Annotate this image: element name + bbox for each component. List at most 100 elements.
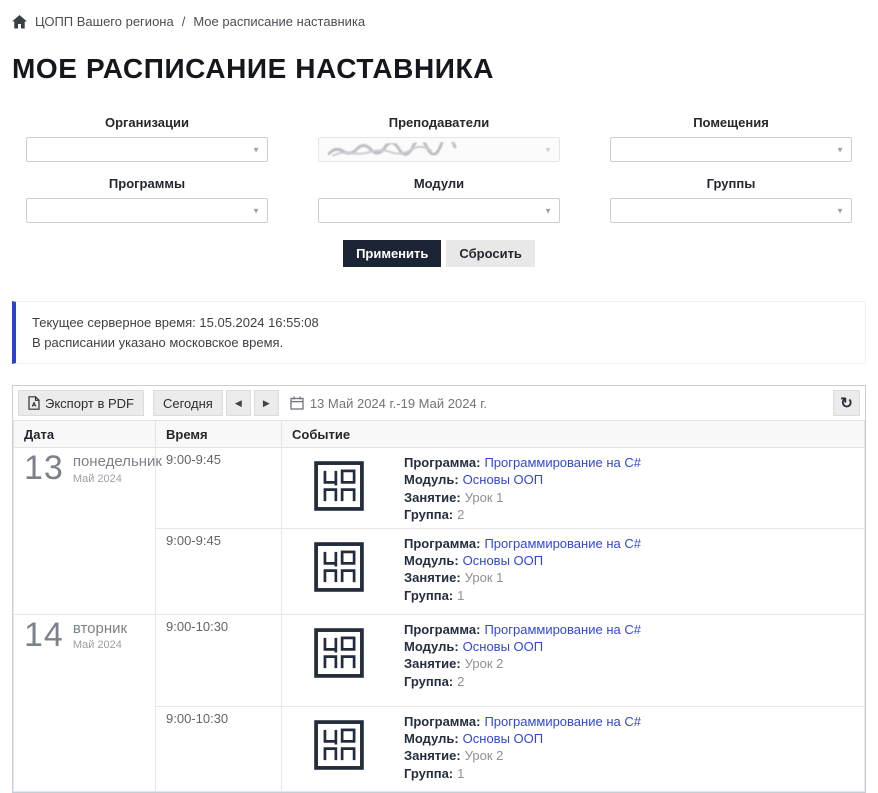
schedule-toolbar: Экспорт в PDF Сегодня ◀ ▶ 13 Май 2024 bbox=[13, 386, 865, 420]
module-label: Модуль: bbox=[404, 639, 459, 654]
filter-programs: Программы ▼ bbox=[26, 176, 268, 223]
organizations-label: Организации bbox=[26, 115, 268, 130]
filter-teachers: Преподаватели ▼ bbox=[318, 115, 560, 162]
event-cell: Программа: Программирование на C# Модуль:… bbox=[282, 528, 865, 614]
teachers-label: Преподаватели bbox=[318, 115, 560, 130]
export-pdf-button[interactable]: Экспорт в PDF bbox=[18, 390, 144, 416]
breadcrumb: ЦОПП Вашего региона / Мое расписание нас… bbox=[12, 14, 866, 29]
export-pdf-label: Экспорт в PDF bbox=[45, 396, 134, 411]
lesson-label: Занятие: bbox=[404, 490, 461, 505]
lesson-value: Урок 1 bbox=[465, 570, 504, 585]
weekday-label: понедельник bbox=[73, 454, 162, 471]
program-link[interactable]: Программирование на C# bbox=[484, 536, 641, 551]
group-label: Группа: bbox=[404, 588, 453, 603]
filter-groups: Группы ▼ bbox=[610, 176, 852, 223]
chevron-down-icon: ▼ bbox=[544, 206, 552, 215]
program-link[interactable]: Программирование на C# bbox=[484, 455, 641, 470]
copp-logo-icon bbox=[314, 628, 364, 678]
groups-select[interactable]: ▼ bbox=[610, 198, 852, 223]
breadcrumb-home-link[interactable]: ЦОПП Вашего региона bbox=[35, 14, 174, 29]
modules-label: Модули bbox=[318, 176, 560, 191]
chevron-down-icon: ▼ bbox=[544, 145, 552, 154]
copp-logo-icon bbox=[314, 720, 364, 770]
refresh-button[interactable]: ↻ bbox=[833, 390, 860, 416]
group-value: 2 bbox=[457, 507, 464, 522]
program-link[interactable]: Программирование на C# bbox=[484, 714, 641, 729]
pdf-file-icon bbox=[28, 396, 40, 410]
lesson-value: Урок 1 bbox=[465, 490, 504, 505]
groups-label: Группы bbox=[610, 176, 852, 191]
rooms-label: Помещения bbox=[610, 115, 852, 130]
program-label: Программа: bbox=[404, 536, 480, 551]
date-range: 13 Май 2024 г.-19 Май 2024 г. bbox=[290, 396, 487, 411]
schedule-table: Дата Время Событие 13 понедельник Май 20… bbox=[13, 420, 865, 792]
group-value: 1 bbox=[457, 588, 464, 603]
organizations-select[interactable]: ▼ bbox=[26, 137, 268, 162]
redacted-teacher-name bbox=[327, 141, 477, 157]
table-header-row: Дата Время Событие bbox=[14, 421, 865, 448]
program-label: Программа: bbox=[404, 714, 480, 729]
home-icon[interactable] bbox=[12, 15, 27, 29]
arrow-left-icon: ◀ bbox=[235, 398, 242, 409]
header-time: Время bbox=[156, 421, 282, 448]
module-label: Модуль: bbox=[404, 553, 459, 568]
filter-actions: Применить Сбросить bbox=[12, 240, 866, 267]
next-week-button[interactable]: ▶ bbox=[254, 390, 279, 416]
group-label: Группа: bbox=[404, 507, 453, 522]
programs-select[interactable]: ▼ bbox=[26, 198, 268, 223]
module-label: Модуль: bbox=[404, 472, 459, 487]
date-range-label: 13 Май 2024 г.-19 Май 2024 г. bbox=[310, 396, 487, 411]
time-cell: 9:00-10:30 bbox=[156, 614, 282, 706]
day-number: 14 bbox=[24, 619, 64, 651]
reset-button[interactable]: Сбросить bbox=[446, 240, 535, 267]
module-link[interactable]: Основы ООП bbox=[463, 731, 543, 746]
calendar-icon bbox=[290, 396, 304, 410]
lesson-label: Занятие: bbox=[404, 570, 461, 585]
page-title: МОЕ РАСПИСАНИЕ НАСТАВНИКА bbox=[12, 53, 866, 85]
group-label: Группа: bbox=[404, 674, 453, 689]
day-number: 13 bbox=[24, 452, 64, 484]
module-link[interactable]: Основы ООП bbox=[463, 553, 543, 568]
month-year-label: Май 2024 bbox=[73, 639, 127, 651]
timezone-line: В расписании указано московское время. bbox=[32, 335, 849, 350]
modules-select[interactable]: ▼ bbox=[318, 198, 560, 223]
page: ЦОПП Вашего региона / Мое расписание нас… bbox=[0, 0, 878, 793]
lesson-value: Урок 2 bbox=[465, 656, 504, 671]
date-nav-group: Сегодня ◀ ▶ bbox=[153, 390, 279, 416]
prev-week-button[interactable]: ◀ bbox=[226, 390, 251, 416]
filter-rooms: Помещения ▼ bbox=[610, 115, 852, 162]
header-event: Событие bbox=[282, 421, 865, 448]
header-date: Дата bbox=[14, 421, 156, 448]
server-time-notice: Текущее серверное время: 15.05.2024 16:5… bbox=[12, 301, 866, 364]
chevron-down-icon: ▼ bbox=[252, 206, 260, 215]
copp-logo-icon bbox=[314, 542, 364, 592]
lesson-label: Занятие: bbox=[404, 748, 461, 763]
module-link[interactable]: Основы ООП bbox=[463, 639, 543, 654]
program-link[interactable]: Программирование на C# bbox=[484, 622, 641, 637]
filter-modules: Модули ▼ bbox=[318, 176, 560, 223]
schedule-row: 13 понедельник Май 2024 9:00-9:45 bbox=[14, 448, 865, 529]
breadcrumb-current: Мое расписание наставника bbox=[193, 14, 365, 29]
lesson-label: Занятие: bbox=[404, 656, 461, 671]
chevron-down-icon: ▼ bbox=[836, 145, 844, 154]
schedule-widget: Экспорт в PDF Сегодня ◀ ▶ 13 Май 2024 bbox=[12, 385, 866, 793]
time-cell: 9:00-10:30 bbox=[156, 706, 282, 791]
rooms-select[interactable]: ▼ bbox=[610, 137, 852, 162]
chevron-down-icon: ▼ bbox=[252, 145, 260, 154]
time-cell: 9:00-9:45 bbox=[156, 448, 282, 529]
lesson-value: Урок 2 bbox=[465, 748, 504, 763]
weekday-label: вторник bbox=[73, 621, 127, 638]
server-time-line: Текущее серверное время: 15.05.2024 16:5… bbox=[32, 315, 849, 330]
time-cell: 9:00-9:45 bbox=[156, 528, 282, 614]
apply-button[interactable]: Применить bbox=[343, 240, 441, 267]
group-value: 2 bbox=[457, 674, 464, 689]
filters-panel: Организации ▼ Преподаватели ▼ Помещения … bbox=[12, 115, 866, 223]
event-cell: Программа:Программирование на C# Модуль:… bbox=[282, 706, 865, 791]
program-label: Программа: bbox=[404, 455, 480, 470]
event-cell: Программа: Программирование на C# Модуль:… bbox=[282, 448, 865, 529]
today-button[interactable]: Сегодня bbox=[153, 390, 223, 416]
filter-organizations: Организации ▼ bbox=[26, 115, 268, 162]
breadcrumb-separator: / bbox=[182, 14, 186, 29]
programs-label: Программы bbox=[26, 176, 268, 191]
module-link[interactable]: Основы ООП bbox=[463, 472, 543, 487]
